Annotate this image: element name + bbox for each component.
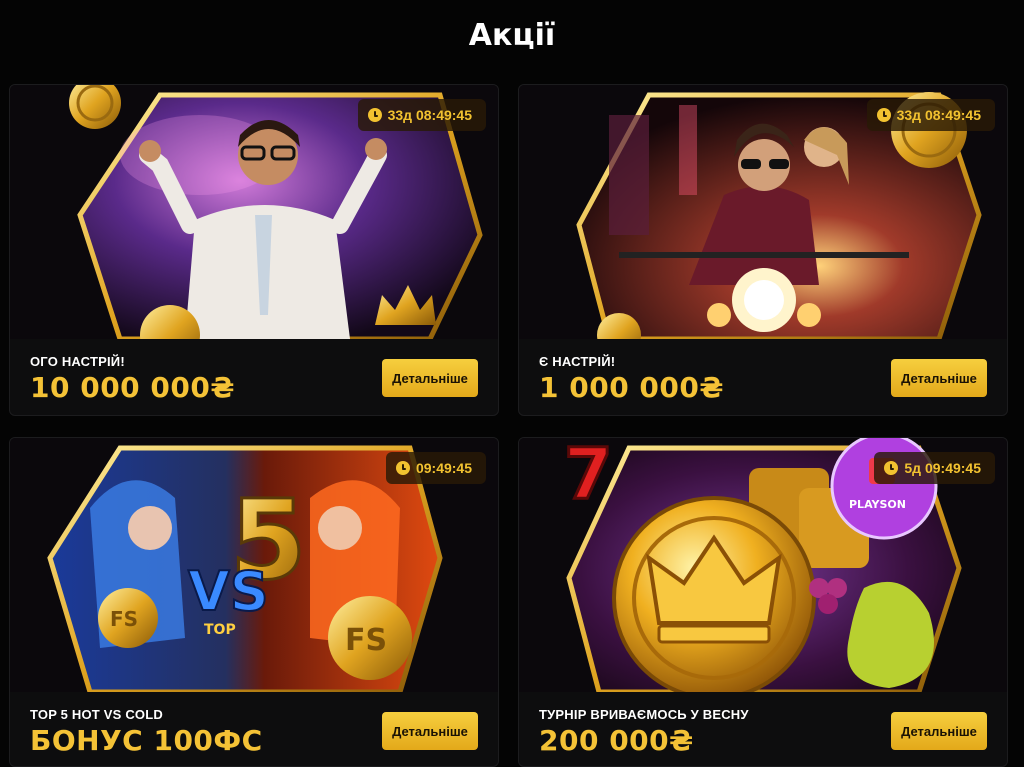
- promo-subtitle: TOP 5 HOT VS COLD: [30, 707, 163, 722]
- promo-card-1[interactable]: 33д 08:49:45 ОГО НАСТРІЙ! 10 000 000₴ Де…: [9, 84, 499, 416]
- art-coin-text: FS: [110, 607, 138, 631]
- timer-text: 33д 08:49:45: [896, 107, 981, 123]
- promo-amount: 10 000 000₴: [30, 371, 235, 404]
- page-title: Акції: [468, 18, 556, 53]
- clock-icon: [395, 461, 410, 475]
- promo-subtitle: ТУРНІР ВРИВАЄМОСЬ У ВЕСНУ: [539, 707, 749, 722]
- promo-amount: 200 000₴: [539, 724, 694, 757]
- promo-amount: 1 000 000₴: [539, 371, 724, 404]
- details-button[interactable]: Детальніше: [382, 359, 478, 397]
- countdown-timer: 5д 09:49:45: [874, 452, 995, 484]
- art-coin-text: FS: [345, 623, 387, 658]
- promo-banner-image[interactable]: 5 VS TOP FS FS 09:49:45: [10, 438, 498, 692]
- clock-icon: [367, 108, 382, 122]
- timer-text: 33д 08:49:45: [387, 107, 472, 123]
- promo-card-3[interactable]: 5 VS TOP FS FS 09:49:45 TOP 5 HOT VS COL…: [9, 437, 499, 767]
- promo-banner-image[interactable]: 7 PLAYSON 5д 09:49:45: [519, 438, 1007, 692]
- details-button[interactable]: Детальніше: [891, 359, 987, 397]
- promo-card-4[interactable]: 7 PLAYSON 5д 09:49:45 ТУРНІР ВРИВАЄМОСЬ …: [518, 437, 1008, 767]
- details-button[interactable]: Детальніше: [891, 712, 987, 750]
- svg-text:7: 7: [564, 438, 613, 515]
- countdown-timer: 33д 08:49:45: [357, 99, 486, 131]
- clock-icon: [884, 461, 899, 475]
- art-top-text: TOP: [204, 622, 236, 638]
- art-vs-text: VS: [188, 560, 269, 623]
- promo-amount: БОНУС 100ФС: [30, 724, 263, 757]
- provider-logo: PLAYSON: [849, 498, 906, 511]
- countdown-timer: 09:49:45: [385, 452, 486, 484]
- promo-banner-image[interactable]: 33д 08:49:45: [519, 85, 1007, 339]
- promo-card-2[interactable]: 33д 08:49:45 Є НАСТРІЙ! 1 000 000₴ Детал…: [518, 84, 1008, 416]
- timer-text: 5д 09:49:45: [904, 460, 981, 476]
- promo-banner-image[interactable]: 33д 08:49:45: [10, 85, 498, 339]
- promo-subtitle: ОГО НАСТРІЙ!: [30, 354, 125, 369]
- clock-icon: [876, 108, 891, 122]
- countdown-timer: 33д 08:49:45: [866, 99, 995, 131]
- timer-text: 09:49:45: [415, 460, 472, 476]
- promo-subtitle: Є НАСТРІЙ!: [539, 354, 616, 369]
- details-button[interactable]: Детальніше: [382, 712, 478, 750]
